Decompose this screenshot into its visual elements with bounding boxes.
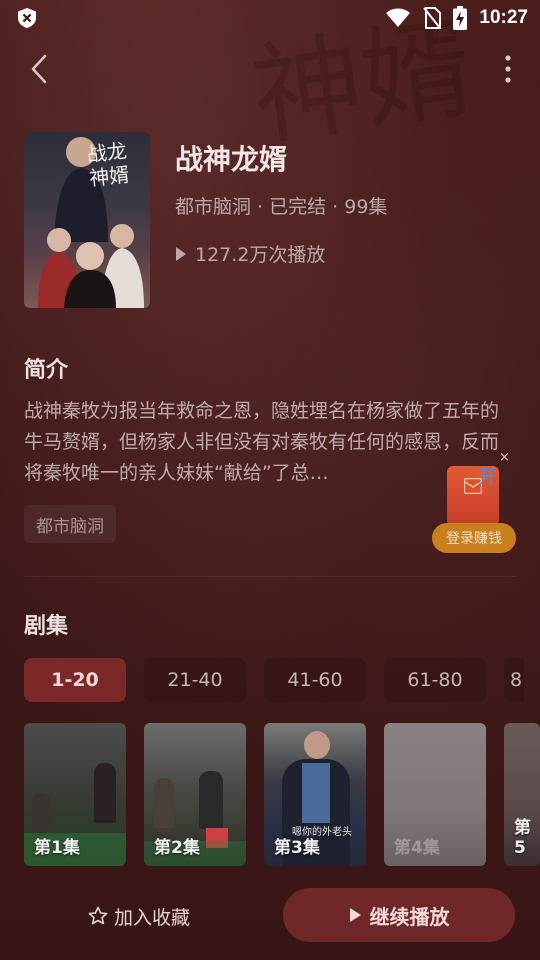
intro-heading: 简介 [24,358,69,383]
range-tab-61-80[interactable]: 61-80 [384,658,486,702]
play-icon [349,908,361,922]
range-tab-1-20[interactable]: 1-20 [24,658,126,702]
episode-label: 第2集 [154,838,200,858]
range-tab-81-99[interactable]: 8 [504,658,524,702]
promo-close-button[interactable]: × [499,450,510,465]
episode-list: 第1集 第2集 嗯你的外老头 第3集 第4集 第5 [24,723,540,866]
play-icon [176,246,186,261]
intro-text[interactable]: 战神秦牧为报当年救命之恩，隐姓埋名在杨家做了五年的牛马赘婿，但杨家人非但没有对秦… [24,396,516,489]
scene-artwork [199,771,223,829]
scene-artwork [154,778,174,828]
range-tab-41-60[interactable]: 41-60 [264,658,366,702]
star-outline-icon [88,906,108,925]
episode-range-tabs: 1-20 21-40 41-60 61-80 8 [24,658,524,702]
play-count: 127.2万次播放 [175,240,325,267]
drama-meta: 都市脑洞 · 已完结 · 99集 [175,196,388,218]
drama-title: 战神龙婿 [175,143,288,176]
continue-play-label: 继续播放 [369,904,450,929]
continue-play-button[interactable]: 继续播放 [283,888,515,942]
range-tab-21-40[interactable]: 21-40 [144,658,246,702]
login-earn-button[interactable]: 登录赚钱 [432,523,516,553]
chevron-left-icon [31,54,47,84]
more-options-button[interactable] [498,50,518,88]
scene-artwork [302,763,330,823]
poster-title-art: 战龙神婿 [85,138,131,191]
episode-card[interactable]: 嗯你的外老头 第3集 [264,723,366,866]
add-favorite-button[interactable]: 加入收藏 [88,900,190,932]
section-divider [24,576,516,577]
wifi-icon [386,8,411,27]
episode-label: 第4集 [394,838,440,858]
episode-card[interactable]: 第4集 [384,723,486,866]
battery-charging-icon [453,6,468,30]
episode-card[interactable]: 第2集 [144,723,246,866]
back-button[interactable] [22,50,56,88]
scene-artwork [304,731,330,759]
promo-open-text[interactable]: 开 [478,462,497,489]
status-time: 10:27 [479,7,528,28]
episode-card[interactable]: 第1集 [24,723,126,866]
play-count-text: 127.2万次播放 [195,244,326,266]
more-vertical-icon [505,55,511,83]
add-favorite-label: 加入收藏 [114,906,191,929]
drama-poster[interactable]: 战龙神婿 [24,132,150,308]
no-sim-icon [423,7,442,29]
episode-label: 第3集 [274,838,320,858]
episode-card[interactable]: 第5 [504,723,540,866]
scene-artwork [94,763,116,823]
status-bar: 10:27 [0,0,540,36]
shield-x-icon [18,8,36,28]
scene-artwork [32,793,50,833]
episode-label: 第5 [514,818,531,858]
episode-label: 第1集 [34,838,80,858]
genre-tag[interactable]: 都市脑洞 [24,505,116,543]
episodes-heading: 剧集 [24,614,69,639]
